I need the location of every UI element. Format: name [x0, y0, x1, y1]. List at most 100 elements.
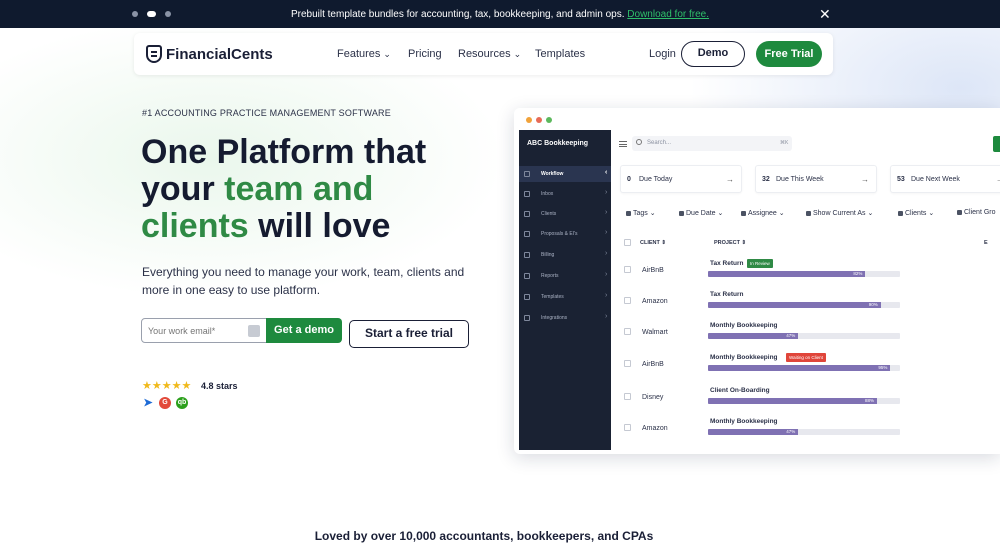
filter-tags[interactable]: Tags ⌄ [626, 209, 656, 217]
hamburger-icon[interactable] [619, 141, 627, 147]
login-link[interactable]: Login [649, 48, 676, 60]
table-row[interactable]: Walmart Monthly Bookkeeping 47% [620, 322, 1000, 352]
due-count: 32 [762, 176, 770, 183]
filter-label: Client Gro [964, 209, 996, 216]
sidebar-item-label: Billing [541, 252, 555, 258]
due-label: Due Today [639, 176, 673, 183]
chevron-right-icon: › [605, 209, 608, 216]
nav-resources[interactable]: Resources ⌄ [458, 48, 521, 60]
sidebar-item-integrations[interactable]: Integrations › [519, 310, 611, 326]
nav-pricing[interactable]: Pricing [408, 48, 442, 60]
get-demo-button[interactable]: Get a demo [266, 318, 342, 343]
row-checkbox[interactable] [624, 424, 631, 431]
logo[interactable]: FinancialCents [146, 45, 273, 63]
client-name: AirBnB [642, 267, 664, 274]
column-client[interactable]: CLIENT ⇕ [640, 240, 666, 246]
row-checkbox[interactable] [624, 360, 631, 367]
search-placeholder: Search... [647, 140, 672, 146]
column-project[interactable]: PROJECT ⇕ [714, 240, 746, 246]
nav-features-label: Features [337, 48, 381, 60]
progress-percent: 88% [864, 398, 874, 403]
filter-label: Assignee [748, 210, 777, 217]
progress-percent: 90% [868, 302, 878, 307]
due-this-week-card[interactable]: 32 Due This Week → [755, 165, 877, 193]
announcement-text: Prebuilt template bundles for accounting… [290, 9, 625, 20]
due-today-card[interactable]: 0 Due Today → [620, 165, 742, 193]
filter-due-date[interactable]: Due Date ⌄ [679, 209, 723, 217]
app-mockup: ABC Bookkeeping Workflow ‹ Inbox › Clients… [514, 108, 1000, 454]
client-name: Disney [642, 394, 664, 401]
headline-highlight: team and [224, 170, 374, 208]
password-manager-icon[interactable] [248, 325, 260, 337]
chevron-right-icon: › [605, 292, 608, 299]
sidebar-item-label: Clients [541, 211, 557, 217]
close-icon[interactable]: ✕ [819, 6, 831, 23]
nav-features[interactable]: Features ⌄ [337, 48, 391, 60]
sidebar-item-billing[interactable]: Billing › [519, 247, 611, 263]
search-input[interactable]: Search... ⌘K [632, 136, 792, 151]
client-name: Walmart [642, 329, 668, 336]
filter-show-current-as[interactable]: Show Current As ⌄ [806, 209, 873, 217]
filter-label: Tags [633, 210, 648, 217]
project-name[interactable]: Client On-Boarding [710, 387, 770, 394]
filter-client-group[interactable]: Client Gro [957, 209, 996, 216]
progress-fill: 47% [708, 333, 799, 339]
search-icon [636, 139, 642, 145]
sidebar-item-proposals[interactable]: Proposals & EI's › [519, 226, 611, 242]
filter-clients[interactable]: Clients ⌄ [898, 209, 934, 217]
table-row[interactable]: Amazon Tax Return 90% [620, 291, 1000, 321]
sidebar-item-reports[interactable]: Reports › [519, 268, 611, 284]
project-name[interactable]: Monthly Bookkeeping [710, 354, 778, 361]
chevron-left-icon: ‹ [605, 169, 608, 176]
table-row[interactable]: Disney Client On-Boarding 88% [620, 387, 1000, 417]
sidebar-item-workflow[interactable]: Workflow ‹ [519, 166, 611, 182]
client-name: AirBnB [642, 361, 664, 368]
arrow-right-icon: → [996, 175, 1000, 184]
window-dot-icon [526, 117, 532, 123]
sidebar-item-templates[interactable]: Templates › [519, 289, 611, 305]
status-badge: In Review [747, 259, 773, 268]
nav-templates[interactable]: Templates [535, 48, 585, 60]
project-name[interactable]: Tax Return [710, 260, 743, 267]
free-trial-button[interactable]: Free Trial [756, 41, 822, 67]
due-label: Due Next Week [911, 176, 960, 183]
start-free-trial-button[interactable]: Start a free trial [349, 320, 469, 348]
logo-icon [146, 45, 162, 63]
row-checkbox[interactable] [624, 266, 631, 273]
hero-subtext: Everything you need to manage your work,… [142, 265, 465, 297]
row-checkbox[interactable] [624, 328, 631, 335]
chevron-right-icon: › [605, 229, 608, 236]
email-field[interactable] [142, 319, 242, 342]
eye-icon [806, 210, 811, 216]
table-row[interactable]: AirBnB Tax Return In Review 82% [620, 259, 1000, 290]
chevron-right-icon: › [605, 313, 608, 320]
project-name[interactable]: Monthly Bookkeeping [710, 418, 778, 425]
chevron-right-icon: › [605, 250, 608, 257]
nav-resources-label: Resources [458, 48, 511, 60]
due-label: Due This Week [776, 176, 824, 183]
headline-line-1: One Platform that [141, 133, 427, 171]
row-checkbox[interactable] [624, 297, 631, 304]
capterra-icon: ➤ [143, 397, 153, 409]
demo-button[interactable]: Demo [681, 41, 745, 67]
due-next-week-card[interactable]: 53 Due Next Week → [890, 165, 1000, 193]
filter-assignee[interactable]: Assignee ⌄ [741, 209, 785, 217]
row-checkbox[interactable] [624, 393, 631, 400]
add-button[interactable] [993, 136, 1000, 152]
select-all-checkbox[interactable] [624, 239, 631, 246]
chevron-down-icon: ⌄ [383, 49, 391, 59]
project-name[interactable]: Monthly Bookkeeping [710, 322, 778, 329]
reports-icon [524, 273, 530, 279]
table-row[interactable]: Amazon Monthly Bookkeeping 47% [620, 418, 1000, 448]
download-link[interactable]: Download for free. [627, 9, 709, 20]
inbox-icon [524, 191, 530, 197]
sidebar-item-label: Reports [541, 273, 559, 279]
table-row[interactable]: AirBnB Monthly Bookkeeping Waiting on Clie… [620, 353, 1000, 384]
progress-bar: 90% [708, 302, 900, 308]
sidebar-item-clients[interactable]: Clients › [519, 206, 611, 222]
hero-eyebrow: #1 ACCOUNTING PRACTICE MANAGEMENT SOFTWA… [142, 108, 391, 118]
project-name[interactable]: Tax Return [710, 291, 743, 298]
progress-fill: 82% [708, 271, 866, 277]
sidebar-item-inbox[interactable]: Inbox › [519, 186, 611, 202]
arrow-right-icon: → [861, 175, 869, 184]
